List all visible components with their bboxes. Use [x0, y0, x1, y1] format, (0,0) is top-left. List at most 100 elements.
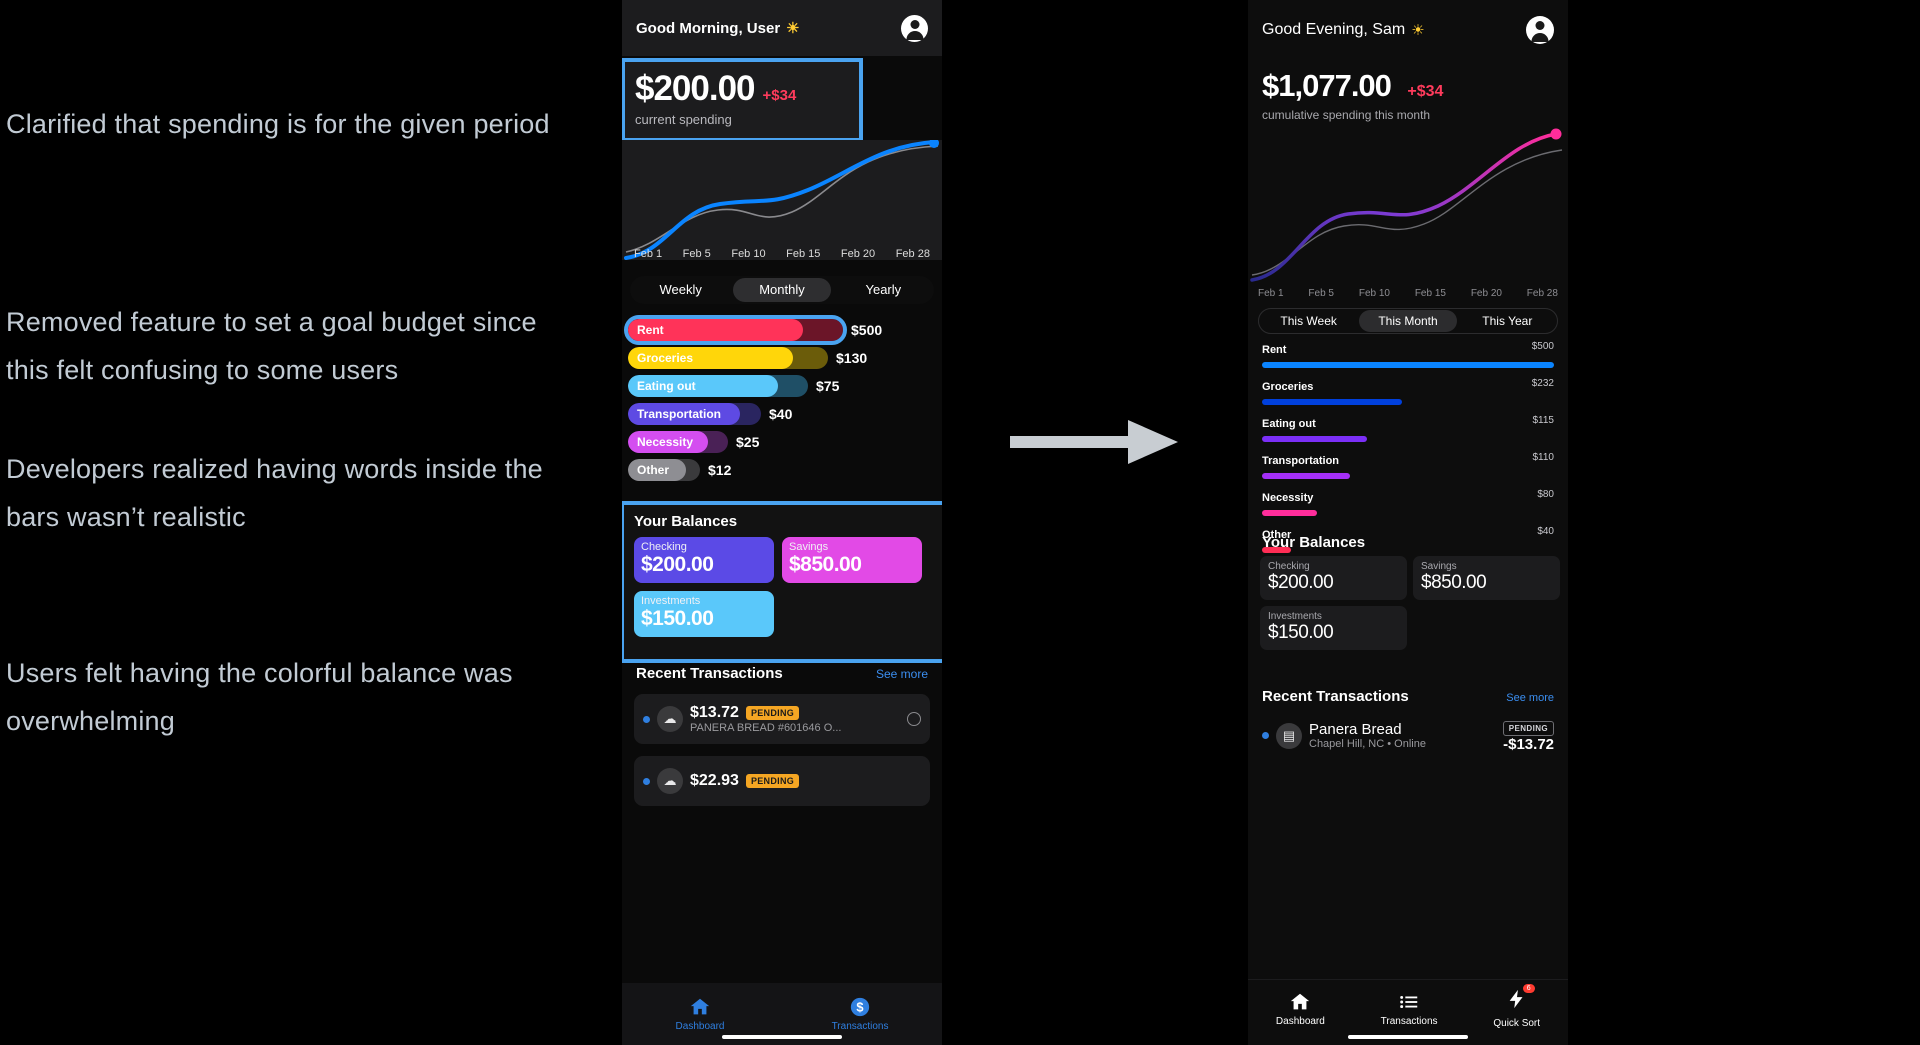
before-transaction-amount: $22.93: [690, 772, 739, 789]
after-tick: Feb 15: [1414, 288, 1446, 299]
after-tab-this-week[interactable]: This Week: [1260, 310, 1357, 332]
before-balance-label: Checking: [641, 541, 687, 553]
after-transaction-row[interactable]: ▤ Panera Bread Chapel Hill, NC • Online …: [1262, 718, 1554, 753]
unread-dot-icon: [643, 777, 650, 785]
before-spending-summary-card: $200.00 +$34 current spending: [622, 58, 863, 142]
before-balance-card-investments[interactable]: Investments $150.00: [634, 591, 774, 637]
after-period-segmented-control[interactable]: This Week This Month This Year: [1258, 308, 1558, 334]
before-tab-weekly[interactable]: Weekly: [632, 278, 729, 302]
before-category-row[interactable]: Groceries $130: [622, 344, 942, 372]
after-category-amount: $40: [1537, 526, 1554, 537]
before-category-row[interactable]: Transportation $40: [622, 400, 942, 428]
after-nav-label: Transactions: [1380, 1015, 1438, 1027]
before-balance-label: Investments: [641, 595, 701, 607]
after-nav-dashboard[interactable]: Dashboard: [1276, 991, 1325, 1027]
after-category-amount: $232: [1531, 378, 1554, 389]
after-transactions-header: Recent Transactions See more: [1248, 688, 1568, 705]
account-circle-icon[interactable]: [901, 14, 928, 42]
before-spending-amount: $200.00: [635, 69, 756, 108]
before-balances-card: Your Balances Checking $200.00 Savings $…: [622, 501, 942, 663]
select-circle-icon[interactable]: [907, 712, 921, 726]
before-category-label: Groceries: [637, 351, 694, 365]
after-balance-card-checking[interactable]: Checking $200.00: [1260, 556, 1407, 600]
before-category-label: Other: [637, 463, 670, 477]
before-spending-caption: current spending: [635, 112, 732, 127]
before-category-amount: $75: [816, 378, 840, 394]
before-category-label: Transportation: [637, 407, 722, 421]
before-category-row[interactable]: Other $12: [622, 456, 942, 484]
after-category-amount: $500: [1531, 341, 1554, 352]
before-category-row[interactable]: Rent $500: [622, 315, 942, 345]
after-category-bars: Rent $500 Groceries $232 Eating out $115…: [1248, 340, 1568, 562]
before-nav-dashboard[interactable]: Dashboard: [676, 996, 724, 1032]
after-tab-this-year[interactable]: This Year: [1459, 310, 1556, 332]
before-balance-value: $200.00: [641, 553, 714, 576]
before-tick: Feb 1: [634, 248, 663, 260]
after-category-amount: $80: [1537, 489, 1554, 500]
after-tick: Feb 28: [1526, 288, 1558, 299]
after-chart-ticks: Feb 1 Feb 5 Feb 10 Feb 15 Feb 20 Feb 28: [1248, 288, 1568, 299]
before-category-amount: $25: [736, 434, 760, 450]
before-category-label: Rent: [637, 323, 664, 337]
after-tab-this-month[interactable]: This Month: [1359, 310, 1457, 332]
after-balances-grid: Checking $200.00 Savings $850.00 Investm…: [1260, 556, 1560, 650]
after-nav-label: Quick Sort: [1493, 1018, 1541, 1029]
before-spending-delta: +$34: [762, 87, 797, 104]
after-category-row[interactable]: Necessity $80: [1262, 488, 1554, 516]
after-nav-badge: 6: [1522, 984, 1535, 993]
before-balance-value: $850.00: [789, 553, 862, 576]
before-category-amount: $500: [851, 322, 883, 338]
before-category-bars: Rent $500 Groceries $130 Eating out $75: [622, 315, 942, 484]
before-phone-mockup: Good Morning, User ☀ $200.00 +$34 curren…: [622, 0, 942, 1045]
after-balance-card-savings[interactable]: Savings $850.00: [1413, 556, 1560, 600]
after-spending-chart: [1248, 120, 1568, 285]
before-category-amount: $40: [769, 406, 793, 422]
before-category-row[interactable]: Eating out $75: [622, 372, 942, 400]
before-category-row[interactable]: Necessity $25: [622, 428, 942, 456]
after-balance-label: Checking: [1268, 561, 1310, 572]
after-phone-mockup: Good Evening, Sam ☀ $1,077.00 +$34 cumul…: [1248, 0, 1568, 1045]
before-balances-title: Your Balances: [634, 513, 738, 530]
unread-dot-icon: [1262, 732, 1269, 739]
after-category-label: Eating out: [1262, 418, 1316, 430]
before-transaction-amount: $13.72: [690, 704, 739, 721]
sun-icon: ☀: [1411, 22, 1425, 39]
after-balance-value: $150.00: [1268, 622, 1334, 643]
after-category-label: Groceries: [1262, 381, 1314, 393]
after-category-row[interactable]: Eating out $115: [1262, 414, 1554, 442]
annotation-note-4: Users felt having the colorful balance w…: [6, 658, 513, 736]
before-transaction-row[interactable]: ☁ $13.72 PENDING PANERA BREAD #601646 O.…: [634, 694, 930, 744]
after-greeting-text: Good Evening, Sam: [1262, 21, 1406, 38]
annotation-note-1: Clarified that spending is for the given…: [6, 109, 550, 139]
after-category-row[interactable]: Rent $500: [1262, 340, 1554, 368]
before-balance-card-savings[interactable]: Savings $850.00: [782, 537, 922, 583]
before-balance-card-checking[interactable]: Checking $200.00: [634, 537, 774, 583]
after-spending-delta: +$34: [1407, 83, 1444, 100]
before-nav-transactions[interactable]: $ Transactions: [832, 996, 888, 1032]
before-tab-monthly[interactable]: Monthly: [733, 278, 831, 302]
before-tab-yearly[interactable]: Yearly: [835, 278, 932, 302]
bread-icon: ☁: [657, 768, 683, 794]
after-category-row[interactable]: Groceries $232: [1262, 377, 1554, 405]
after-see-more-link[interactable]: See more: [1506, 692, 1554, 704]
before-spending-chart: [622, 138, 942, 260]
before-category-label: Eating out: [637, 379, 696, 393]
before-period-segmented-control[interactable]: Weekly Monthly Yearly: [630, 276, 934, 304]
after-balances-title: Your Balances: [1262, 534, 1366, 551]
before-transactions-title: Recent Transactions: [636, 665, 783, 682]
after-tick: Feb 10: [1358, 288, 1390, 299]
after-nav-label: Dashboard: [1275, 1015, 1325, 1027]
after-category-label: Rent: [1262, 344, 1287, 356]
annotation-notes: Clarified that spending is for the given…: [6, 0, 606, 1045]
after-transactions-title: Recent Transactions: [1262, 688, 1409, 705]
before-tick: Feb 5: [682, 248, 711, 260]
after-tick: Feb 5: [1308, 288, 1334, 299]
after-nav-transactions[interactable]: Transactions: [1381, 991, 1438, 1027]
after-balance-card-investments[interactable]: Investments $150.00: [1260, 606, 1407, 650]
before-see-more-link[interactable]: See more: [876, 667, 928, 681]
account-circle-icon[interactable]: [1526, 16, 1554, 44]
after-category-row[interactable]: Transportation $110: [1262, 451, 1554, 479]
after-nav-quick-sort[interactable]: 6 Quick Sort: [1493, 984, 1541, 1029]
before-transactions-header: Recent Transactions See more: [622, 665, 942, 682]
before-transaction-row[interactable]: ☁ $22.93 PENDING: [634, 756, 930, 806]
